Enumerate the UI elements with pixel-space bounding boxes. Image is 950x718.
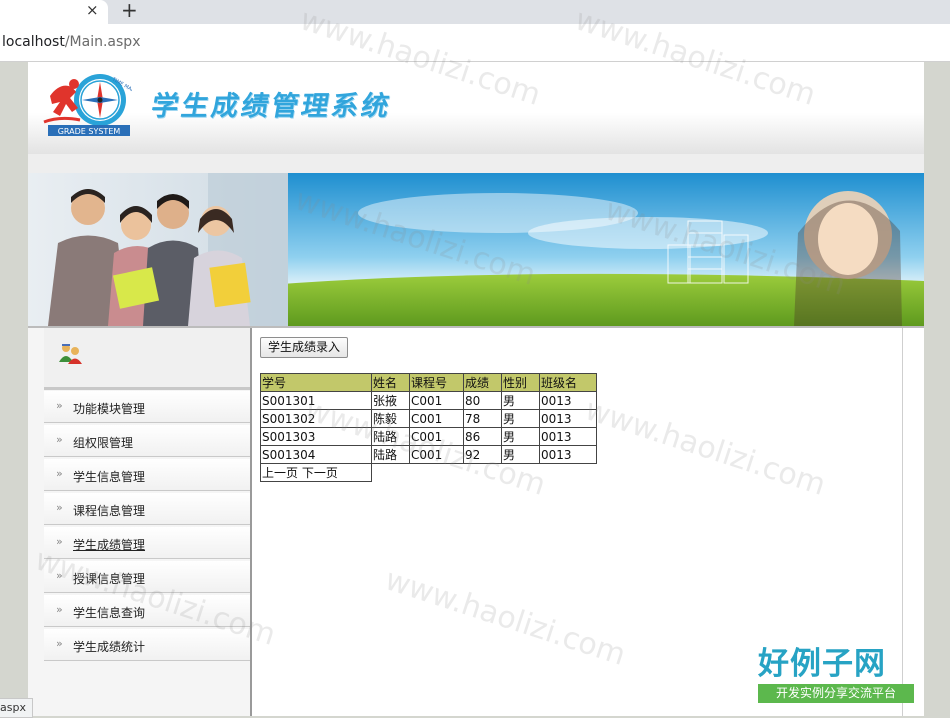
double-chevron-icon: » [56, 433, 63, 446]
sidebar-item-course-info[interactable]: » 课程信息管理 [44, 493, 250, 525]
column-header: 成绩 [463, 373, 502, 392]
banner-image [28, 173, 924, 326]
table-cell: 陆路 [371, 445, 410, 464]
url-host: localhost [2, 34, 65, 50]
sidebar-item-group-permissions[interactable]: » 组权限管理 [44, 425, 250, 457]
double-chevron-icon: » [56, 637, 63, 650]
brand-name: 好例子网 [758, 646, 886, 682]
table-cell: 0013 [539, 391, 597, 410]
sidebar-item-label[interactable]: 功能模块管理 [73, 400, 145, 417]
sidebar-item-teaching-info[interactable]: » 授课信息管理 [44, 561, 250, 593]
page: GRADE SYSTEM TIME MANAGER 学生成绩管理系统 » 功能模… [28, 62, 924, 716]
add-grade-button[interactable]: 学生成绩录入 [260, 337, 349, 358]
table-cell: S001302 [260, 409, 372, 428]
table-row: S001301 张掖 C001 80 男 0013 [260, 391, 597, 410]
double-chevron-icon: » [56, 603, 63, 616]
column-header: 性别 [501, 373, 540, 392]
table-cell: 78 [463, 409, 502, 428]
column-header: 姓名 [371, 373, 410, 392]
table-cell: 陆路 [371, 427, 410, 446]
sidebar-item-label[interactable]: 授课信息管理 [73, 570, 145, 587]
sidebar-item-grade-management[interactable]: » 学生成绩管理 [44, 527, 250, 559]
url-text[interactable]: localhost/Main.aspx [2, 34, 140, 50]
double-chevron-icon: » [56, 569, 63, 582]
brand-tagline: 开发实例分享交流平台 [758, 684, 914, 703]
pager-row: 上一页 下一页 [260, 463, 597, 482]
table-cell: 0013 [539, 409, 597, 428]
table-cell: C001 [409, 391, 464, 410]
column-header: 课程号 [409, 373, 464, 392]
sidebar-item-label[interactable]: 学生成绩统计 [73, 638, 145, 655]
table-row: S001303 陆路 C001 86 男 0013 [260, 427, 597, 446]
browser-status-bar: aspx [0, 698, 33, 718]
header-divider [28, 154, 924, 173]
table-cell: C001 [409, 427, 464, 446]
new-tab-icon[interactable]: + [121, 0, 138, 22]
column-header: 学号 [260, 373, 372, 392]
table-cell: S001304 [260, 445, 372, 464]
table-cell: 男 [501, 409, 540, 428]
sidebar: » 功能模块管理 » 组权限管理 » 学生信息管理 » 课程信息管理 » 学生成… [28, 328, 252, 716]
double-chevron-icon: » [56, 535, 63, 548]
table-cell: 0013 [539, 427, 597, 446]
double-chevron-icon: » [56, 467, 63, 480]
sidebar-item-student-query[interactable]: » 学生信息查询 [44, 595, 250, 627]
sidebar-item-module-management[interactable]: » 功能模块管理 [44, 391, 250, 423]
double-chevron-icon: » [56, 399, 63, 412]
table-cell: 0013 [539, 445, 597, 464]
table-cell: S001303 [260, 427, 372, 446]
system-logo: GRADE SYSTEM TIME MANAGER [43, 74, 132, 136]
table-header-row: 学号 姓名 课程号 成绩 性别 班级名 [260, 373, 597, 392]
table-cell: C001 [409, 445, 464, 464]
table-cell: 92 [463, 445, 502, 464]
site-header: GRADE SYSTEM TIME MANAGER 学生成绩管理系统 [28, 62, 924, 154]
tab-close-icon[interactable]: × [86, 1, 99, 19]
sidebar-item-label[interactable]: 学生信息查询 [73, 604, 145, 621]
sidebar-item-student-info[interactable]: » 学生信息管理 [44, 459, 250, 491]
sidebar-item-grade-statistics[interactable]: » 学生成绩统计 [44, 629, 250, 661]
browser-tab[interactable]: × [0, 0, 108, 24]
pager-links[interactable]: 上一页 下一页 [260, 463, 372, 482]
sidebar-header [44, 328, 250, 390]
system-title: 学生成绩管理系统 [148, 91, 395, 122]
brand-watermark: 好例子网 开发实例分享交流平台 [758, 646, 916, 703]
table-cell: C001 [409, 409, 464, 428]
table-cell: 张掖 [371, 391, 410, 410]
sidebar-menu: » 功能模块管理 » 组权限管理 » 学生信息管理 » 课程信息管理 » 学生成… [44, 391, 250, 663]
table-cell: 86 [463, 427, 502, 446]
sidebar-item-label[interactable]: 学生信息管理 [73, 468, 145, 485]
table-cell: S001301 [260, 391, 372, 410]
column-header: 班级名 [539, 373, 597, 392]
sidebar-item-label[interactable]: 学生成绩管理 [73, 536, 145, 553]
table-cell: 陈毅 [371, 409, 410, 428]
double-chevron-icon: » [56, 501, 63, 514]
table-cell: 男 [501, 445, 540, 464]
sidebar-item-label[interactable]: 课程信息管理 [73, 502, 145, 519]
table-cell: 男 [501, 427, 540, 446]
grades-table: 学号 姓名 课程号 成绩 性别 班级名 S001301 张掖 C001 80 男… [260, 373, 597, 482]
url-path: /Main.aspx [64, 34, 141, 50]
browser-tab-bar: × + [0, 0, 950, 24]
table-row: S001304 陆路 C001 92 男 0013 [260, 445, 597, 464]
sidebar-item-label[interactable]: 组权限管理 [73, 434, 133, 451]
address-bar[interactable]: localhost/Main.aspx [0, 24, 950, 62]
table-cell: 80 [463, 391, 502, 410]
users-icon [59, 344, 82, 364]
table-row: S001302 陈毅 C001 78 男 0013 [260, 409, 597, 428]
logo-text: GRADE SYSTEM [58, 127, 121, 136]
table-cell: 男 [501, 391, 540, 410]
